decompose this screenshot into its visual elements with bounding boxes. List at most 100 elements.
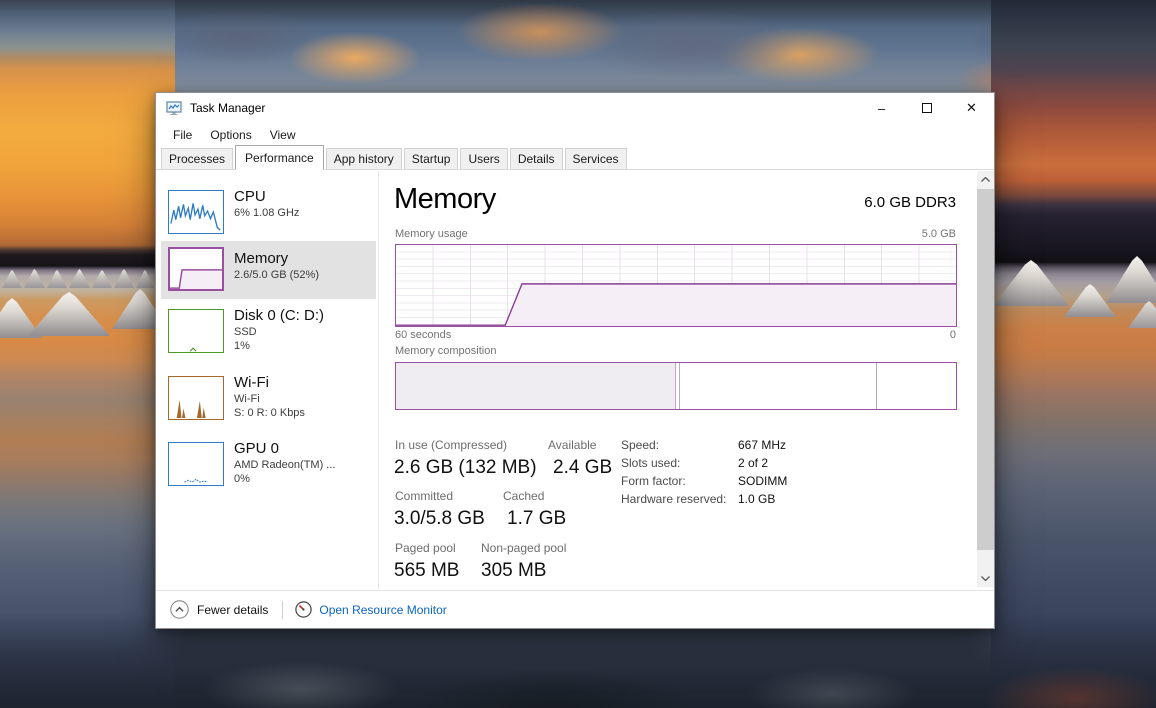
speed-label: Speed: xyxy=(621,438,659,452)
memory-stats: 2.6/5.0 GB (52%) xyxy=(234,268,374,282)
memory-panel: Memory 6.0 GB DDR3 Memory usage 5.0 GB 6… xyxy=(393,170,959,592)
slots-used-label: Slots used: xyxy=(621,456,680,470)
scroll-up-icon xyxy=(981,177,990,182)
disk-type: SSD xyxy=(234,325,374,339)
in-use-value: 2.6 GB (132 MB) xyxy=(394,457,537,479)
in-use-label: In use (Compressed) xyxy=(395,438,507,452)
footer-bar: Fewer details Open Resource Monitor xyxy=(156,590,994,628)
tab-startup[interactable]: Startup xyxy=(404,148,459,169)
speed-value: 667 MHz xyxy=(738,438,786,452)
time-axis-left: 60 seconds xyxy=(395,329,451,341)
menu-view[interactable]: View xyxy=(261,125,305,145)
gpu-title: GPU 0 xyxy=(234,439,374,458)
menubar: File Options View xyxy=(156,123,994,146)
fewer-details-label: Fewer details xyxy=(197,603,268,617)
maximize-icon xyxy=(922,103,932,113)
available-value: 2.4 GB xyxy=(553,457,612,479)
committed-value: 3.0/5.8 GB xyxy=(394,508,485,530)
scrollbar-thumb[interactable] xyxy=(977,189,994,550)
sidebar-icon-2 xyxy=(168,309,224,353)
sidebar-item-disk0[interactable]: Disk 0 (C: D:) SSD 1% xyxy=(156,306,378,366)
slots-used-value: 2 of 2 xyxy=(738,456,768,470)
cpu-sparkline-icon xyxy=(169,191,223,233)
menu-file[interactable]: File xyxy=(164,125,201,145)
sidebar-icon-3 xyxy=(168,376,224,420)
sidebar-item-memory[interactable]: Memory 2.6/5.0 GB (52%) xyxy=(156,241,378,299)
sidebar-icon-4 xyxy=(168,442,224,486)
memory-title: Memory xyxy=(234,249,374,268)
memory-usage-area xyxy=(396,284,956,326)
open-resource-monitor-link[interactable]: Open Resource Monitor xyxy=(295,601,446,618)
tab-performance[interactable]: Performance xyxy=(235,145,324,170)
task-manager-icon xyxy=(166,100,182,116)
background-left-strip xyxy=(0,0,175,708)
disk-usage: 1% xyxy=(234,339,374,353)
scroll-up-button[interactable] xyxy=(977,171,994,188)
page-title: Memory xyxy=(394,183,496,216)
wifi-minigraph-icon xyxy=(169,377,223,419)
menu-options[interactable]: Options xyxy=(201,125,260,145)
usage-graph-max: 5.0 GB xyxy=(922,228,956,240)
scroll-down-button[interactable] xyxy=(977,570,994,587)
background-right-strip xyxy=(991,0,1156,708)
window-title: Task Manager xyxy=(190,101,265,115)
tab-services[interactable]: Services xyxy=(565,148,627,169)
wifi-adapter: Wi-Fi xyxy=(234,392,374,406)
scroll-down-icon xyxy=(981,576,990,581)
tab-users[interactable]: Users xyxy=(460,148,507,169)
footer-divider xyxy=(282,601,283,619)
open-resource-monitor-label: Open Resource Monitor xyxy=(319,603,446,617)
sidebar-item-cpu[interactable]: CPU 6% 1.08 GHz xyxy=(156,187,378,239)
close-button[interactable]: ✕ xyxy=(949,93,994,123)
minimize-icon: – xyxy=(878,101,885,116)
nonpaged-pool-label: Non-paged pool xyxy=(481,541,566,555)
gpu-usage: 0% xyxy=(234,472,374,486)
comp-seg-free xyxy=(877,363,956,409)
form-factor-label: Form factor: xyxy=(621,474,686,488)
memory-minigraph-icon xyxy=(170,249,222,289)
tabstrip: Processes Performance App history Startu… xyxy=(156,146,994,170)
memory-total: 6.0 GB DDR3 xyxy=(864,194,956,211)
resource-monitor-gauge-icon xyxy=(295,601,312,618)
fewer-details-button[interactable]: Fewer details xyxy=(170,600,268,619)
vertical-scrollbar[interactable] xyxy=(977,171,994,587)
paged-pool-label: Paged pool xyxy=(395,541,456,555)
composition-label: Memory composition xyxy=(395,345,496,357)
committed-label: Committed xyxy=(395,489,453,503)
chevron-up-circle-icon xyxy=(170,600,189,619)
available-label: Available xyxy=(548,438,596,452)
sidebar-item-wifi[interactable]: Wi-Fi Wi-Fi S: 0 R: 0 Kbps xyxy=(156,373,378,433)
tab-app-history[interactable]: App history xyxy=(326,148,402,169)
cached-label: Cached xyxy=(503,489,544,503)
time-axis-right: 0 xyxy=(950,329,956,341)
sidebar-item-gpu0[interactable]: GPU 0 AMD Radeon(TM) ... 0% xyxy=(156,439,378,499)
disk-minigraph-icon xyxy=(169,310,223,352)
tab-processes[interactable]: Processes xyxy=(161,148,233,169)
tab-details[interactable]: Details xyxy=(510,148,563,169)
titlebar[interactable]: Task Manager – ✕ xyxy=(156,93,994,123)
performance-sidebar: CPU 6% 1.08 GHz Memory 2.6/5.0 GB (52%) xyxy=(156,171,379,589)
wifi-throughput: S: 0 R: 0 Kbps xyxy=(234,406,374,420)
paged-pool-value: 565 MB xyxy=(394,560,459,582)
hardware-reserved-label: Hardware reserved: xyxy=(621,492,726,506)
disk-title: Disk 0 (C: D:) xyxy=(234,306,374,325)
sidebar-icon-0 xyxy=(168,190,224,234)
minimize-button[interactable]: – xyxy=(859,93,904,123)
memory-usage-graph xyxy=(395,244,957,327)
hardware-reserved-value: 1.0 GB xyxy=(738,492,775,506)
close-icon: ✕ xyxy=(966,100,977,116)
wifi-title: Wi-Fi xyxy=(234,373,374,392)
maximize-button[interactable] xyxy=(904,93,949,123)
gpu-name: AMD Radeon(TM) ... xyxy=(234,458,374,472)
gpu-minigraph-icon xyxy=(169,443,223,485)
comp-seg-standby xyxy=(680,363,877,409)
cached-value: 1.7 GB xyxy=(507,508,566,530)
form-factor-value: SODIMM xyxy=(738,474,787,488)
nonpaged-pool-value: 305 MB xyxy=(481,560,546,582)
sidebar-icon-1 xyxy=(168,247,224,291)
memory-composition-bar xyxy=(395,362,957,410)
usage-graph-label: Memory usage xyxy=(395,228,468,240)
task-manager-window: Task Manager – ✕ File Options View Proce… xyxy=(155,92,995,629)
comp-seg-inuse xyxy=(396,363,676,409)
cpu-stats: 6% 1.08 GHz xyxy=(234,206,374,220)
